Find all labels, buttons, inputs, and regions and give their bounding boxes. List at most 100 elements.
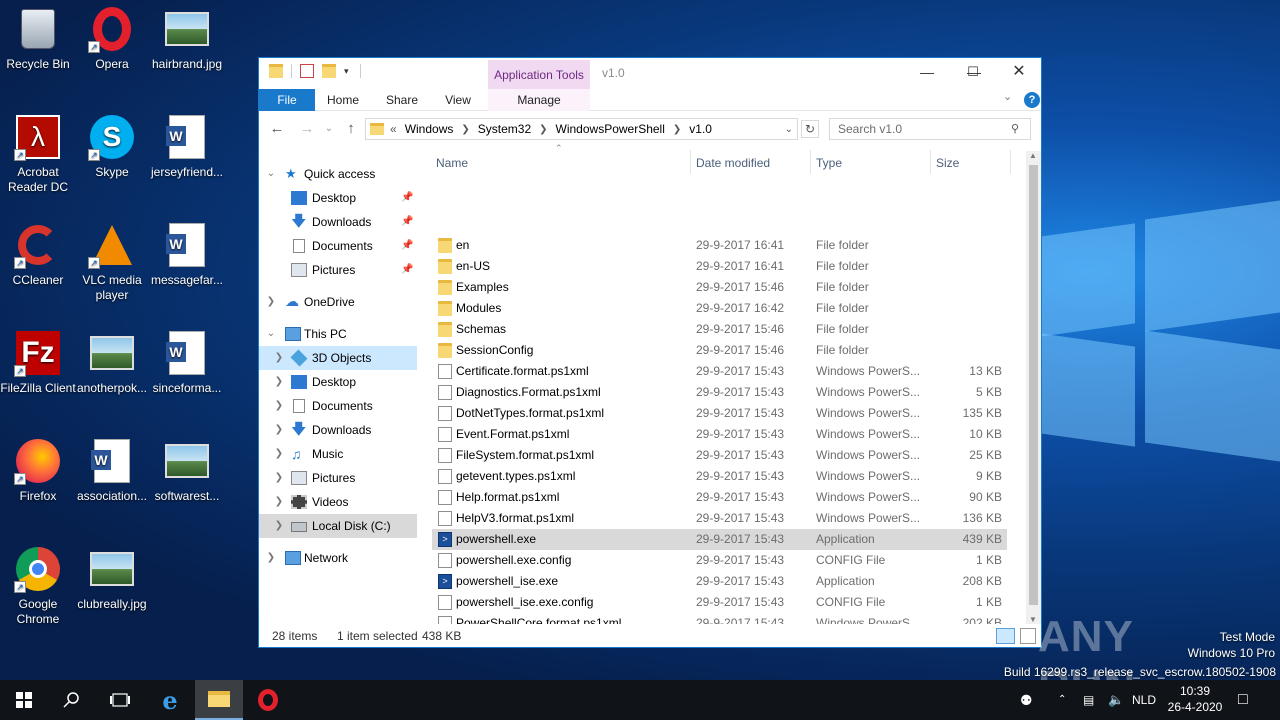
chevron-right-icon[interactable]: ❯: [273, 514, 285, 538]
chevron-down-icon[interactable]: ▾: [344, 64, 352, 78]
nav-downloads[interactable]: ❯ 🡇 Downloads: [259, 418, 417, 442]
desktop-icon-recycle-bin[interactable]: Recycle Bin: [0, 5, 76, 72]
file-row[interactable]: Modules 29-9-2017 16:42 File folder: [432, 298, 1007, 319]
search-input[interactable]: Search v1.0: [829, 118, 1031, 140]
desktop-icon-hairbrand-jpg[interactable]: hairbrand.jpg: [149, 5, 225, 72]
refresh-icon[interactable]: ↻: [801, 120, 819, 138]
nav-quick-documents[interactable]: Documents 📌: [259, 234, 417, 258]
nav-quick-pictures[interactable]: Pictures 📌: [259, 258, 417, 282]
maximize-button[interactable]: ☐: [950, 58, 996, 88]
expand-ribbon-icon[interactable]: ⌄: [1003, 90, 1012, 103]
desktop-icon-ccleaner[interactable]: ↗ CCleaner: [0, 221, 76, 288]
column-divider[interactable]: [690, 150, 691, 174]
people-icon[interactable]: ⚉: [1020, 680, 1033, 720]
file-row[interactable]: powershell.exe.config 29-9-2017 15:43 CONF…: [432, 550, 1007, 571]
tab-home[interactable]: Home: [323, 89, 363, 111]
breadcrumb-windowspowershell[interactable]: WindowsPowerShell: [556, 122, 665, 136]
chevron-up-icon[interactable]: ⌃: [1058, 680, 1066, 720]
tab-manage[interactable]: Manage: [509, 89, 569, 111]
desktop-icon-filezilla-client[interactable]: Fz ↗ FileZilla Client: [0, 329, 76, 396]
nav-onedrive[interactable]: ❯ ☁ OneDrive: [259, 290, 417, 314]
minimize-button[interactable]: —: [904, 58, 950, 88]
search-button[interactable]: [48, 680, 96, 720]
desktop-icon-skype[interactable]: S ↗ Skype: [74, 113, 150, 180]
column-divider[interactable]: [810, 150, 811, 174]
scroll-up-icon[interactable]: ▲: [1029, 151, 1037, 160]
column-header-date[interactable]: Date modified: [696, 152, 770, 174]
file-row[interactable]: powershell_ise.exe.config 29-9-2017 15:43…: [432, 592, 1007, 613]
properties-icon[interactable]: [300, 64, 314, 78]
chevron-right-icon[interactable]: ❯: [273, 418, 285, 442]
nav-quick-downloads[interactable]: 🡇 Downloads 📌: [259, 210, 417, 234]
desktop-icon-acrobat-reader-dc[interactable]: λ ↗ Acrobat Reader DC: [0, 113, 76, 195]
volume-icon[interactable]: 🔈: [1108, 680, 1124, 720]
help-icon[interactable]: ?: [1024, 92, 1040, 108]
language-indicator[interactable]: NLD: [1132, 680, 1156, 720]
tab-view[interactable]: View: [439, 89, 477, 111]
taskbar-file-explorer[interactable]: [195, 680, 243, 720]
nav-videos[interactable]: ❯ Videos: [259, 490, 417, 514]
desktop-icon-sinceforma[interactable]: Wsinceforma...: [149, 329, 225, 396]
breadcrumb-system32[interactable]: System32: [478, 122, 531, 136]
close-button[interactable]: ✕: [996, 58, 1042, 88]
file-row[interactable]: Schemas 29-9-2017 15:46 File folder: [432, 319, 1007, 340]
file-row[interactable]: Event.Format.ps1xml 29-9-2017 15:43 Window…: [432, 424, 1007, 445]
chevron-right-icon[interactable]: ❯: [273, 394, 285, 418]
desktop-icon-anotherpok[interactable]: anotherpok...: [74, 329, 150, 396]
task-view-button[interactable]: [96, 680, 144, 720]
file-row[interactable]: DotNetTypes.format.ps1xml 29-9-2017 15:43…: [432, 403, 1007, 424]
file-row[interactable]: Certificate.format.ps1xml 29-9-2017 15:43…: [432, 361, 1007, 382]
column-divider[interactable]: [930, 150, 931, 174]
address-bar[interactable]: « Windows ❯ System32 ❯ WindowsPowerShell…: [365, 118, 798, 140]
desktop-icon-association[interactable]: Wassociation...: [74, 437, 150, 504]
nav-network[interactable]: ❯ Network: [259, 546, 417, 570]
breadcrumb-v1[interactable]: v1.0: [689, 122, 712, 136]
chevron-right-icon[interactable]: ❯: [265, 290, 277, 314]
nav-desktop[interactable]: ❯ Desktop: [259, 370, 417, 394]
chevron-right-icon[interactable]: ❯: [265, 546, 277, 570]
file-row[interactable]: FileSystem.format.ps1xml 29-9-2017 15:43 W…: [432, 445, 1007, 466]
column-header-size[interactable]: Size: [936, 152, 959, 174]
chevron-down-icon[interactable]: ⌄: [265, 322, 277, 346]
nav-music[interactable]: ❯ ♫ Music: [259, 442, 417, 466]
network-tray-icon[interactable]: ▤: [1083, 680, 1094, 720]
taskbar-edge[interactable]: e: [146, 680, 194, 720]
chevron-right-icon[interactable]: ❯: [273, 490, 285, 514]
file-row[interactable]: SessionConfig 29-9-2017 15:46 File folder: [432, 340, 1007, 361]
chevron-right-icon[interactable]: ❯: [539, 124, 547, 135]
new-folder-icon[interactable]: [322, 64, 336, 78]
vertical-scrollbar[interactable]: ▲ ▼: [1026, 151, 1041, 624]
overflow-crumb[interactable]: «: [390, 122, 397, 136]
desktop-icon-firefox[interactable]: ↗ Firefox: [0, 437, 76, 504]
column-header-type[interactable]: Type: [816, 152, 842, 174]
file-row[interactable]: PowerShellCore.format.ps1xml 29-9-2017 15…: [432, 613, 1007, 624]
clock[interactable]: 10:39 26-4-2020: [1164, 683, 1226, 715]
tab-file[interactable]: File: [259, 89, 315, 111]
large-icons-view-icon[interactable]: [1020, 628, 1036, 644]
chevron-right-icon[interactable]: ❯: [273, 466, 285, 490]
file-row[interactable]: > powershell.exe 29-9-2017 15:43 Applicatio…: [432, 529, 1007, 550]
nav-quick-access[interactable]: ⌄ ★ Quick access: [259, 162, 417, 186]
scroll-down-icon[interactable]: ▼: [1029, 615, 1037, 624]
file-row[interactable]: Diagnostics.Format.ps1xml 29-9-2017 15:43…: [432, 382, 1007, 403]
tab-share[interactable]: Share: [381, 89, 423, 111]
file-row[interactable]: en 29-9-2017 16:41 File folder: [432, 235, 1007, 256]
nav-3d-objects[interactable]: ❯ 3D Objects: [259, 346, 417, 370]
notification-icon[interactable]: □: [1238, 680, 1248, 720]
column-header-name[interactable]: Name: [436, 152, 468, 174]
chevron-down-icon[interactable]: ⌄: [785, 124, 793, 135]
desktop-icon-vlc-media-player[interactable]: ↗ VLC media player: [74, 221, 150, 303]
chevron-right-icon[interactable]: ❯: [273, 370, 285, 394]
chevron-right-icon[interactable]: ❯: [273, 346, 285, 370]
nav-local-disk[interactable]: ❯ Local Disk (C:): [259, 514, 417, 538]
folder-icon[interactable]: [269, 64, 283, 78]
nav-documents[interactable]: ❯ Documents: [259, 394, 417, 418]
up-arrow-icon[interactable]: ↑: [341, 119, 361, 139]
chevron-right-icon[interactable]: ❯: [673, 124, 681, 135]
chevron-right-icon[interactable]: ❯: [273, 442, 285, 466]
desktop-icon-jerseyfriend[interactable]: Wjerseyfriend...: [149, 113, 225, 180]
chevron-right-icon[interactable]: ❯: [461, 124, 469, 135]
back-arrow-icon[interactable]: ←: [267, 119, 287, 139]
file-row[interactable]: Examples 29-9-2017 15:46 File folder: [432, 277, 1007, 298]
column-divider[interactable]: [1010, 150, 1011, 174]
